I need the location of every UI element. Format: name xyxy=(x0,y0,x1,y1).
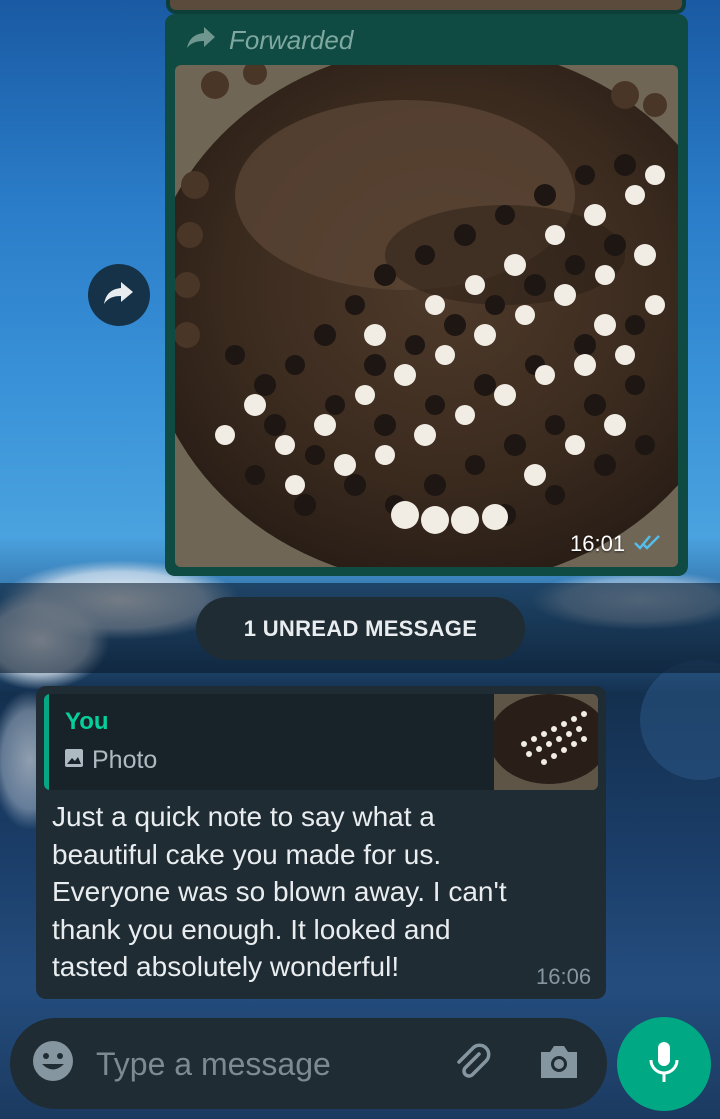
forward-arrow-icon xyxy=(185,25,217,56)
camera-button[interactable] xyxy=(535,1040,583,1088)
forwarded-text: Forwarded xyxy=(229,24,354,55)
message-input[interactable] xyxy=(96,1040,426,1088)
quote-accent-bar xyxy=(44,694,49,790)
reply-message-time: 16:06 xyxy=(536,964,592,989)
quote-author: You xyxy=(65,708,109,735)
unread-divider-label: 1 UNREAD MESSAGE xyxy=(243,615,478,641)
attach-button[interactable] xyxy=(447,1040,495,1088)
reply-message-text: Just a quick note to say what a beautifu… xyxy=(52,801,507,982)
share-icon xyxy=(103,280,135,311)
voice-message-button[interactable] xyxy=(617,1017,711,1111)
mic-icon xyxy=(647,1040,681,1089)
quote-type: Photo xyxy=(64,746,157,775)
forwarded-message-time: 16:01 xyxy=(570,531,626,556)
forwarded-message-meta: 16:01 xyxy=(570,531,663,557)
emoji-icon xyxy=(31,1039,75,1088)
cake-photo[interactable] xyxy=(175,65,678,567)
quote-thumbnail xyxy=(494,694,598,790)
share-button[interactable] xyxy=(88,264,150,326)
previous-message-edge xyxy=(166,0,686,14)
emoji-button[interactable] xyxy=(30,1041,75,1086)
forwarded-label: Forwarded xyxy=(185,22,353,58)
double-check-icon xyxy=(633,531,663,557)
unread-divider: 1 UNREAD MESSAGE xyxy=(196,597,525,660)
photo-icon xyxy=(64,746,84,775)
paperclip-icon xyxy=(449,1040,493,1089)
camera-icon xyxy=(537,1042,581,1087)
quote-type-label: Photo xyxy=(92,746,158,774)
quoted-message[interactable]: You Photo xyxy=(44,694,598,790)
